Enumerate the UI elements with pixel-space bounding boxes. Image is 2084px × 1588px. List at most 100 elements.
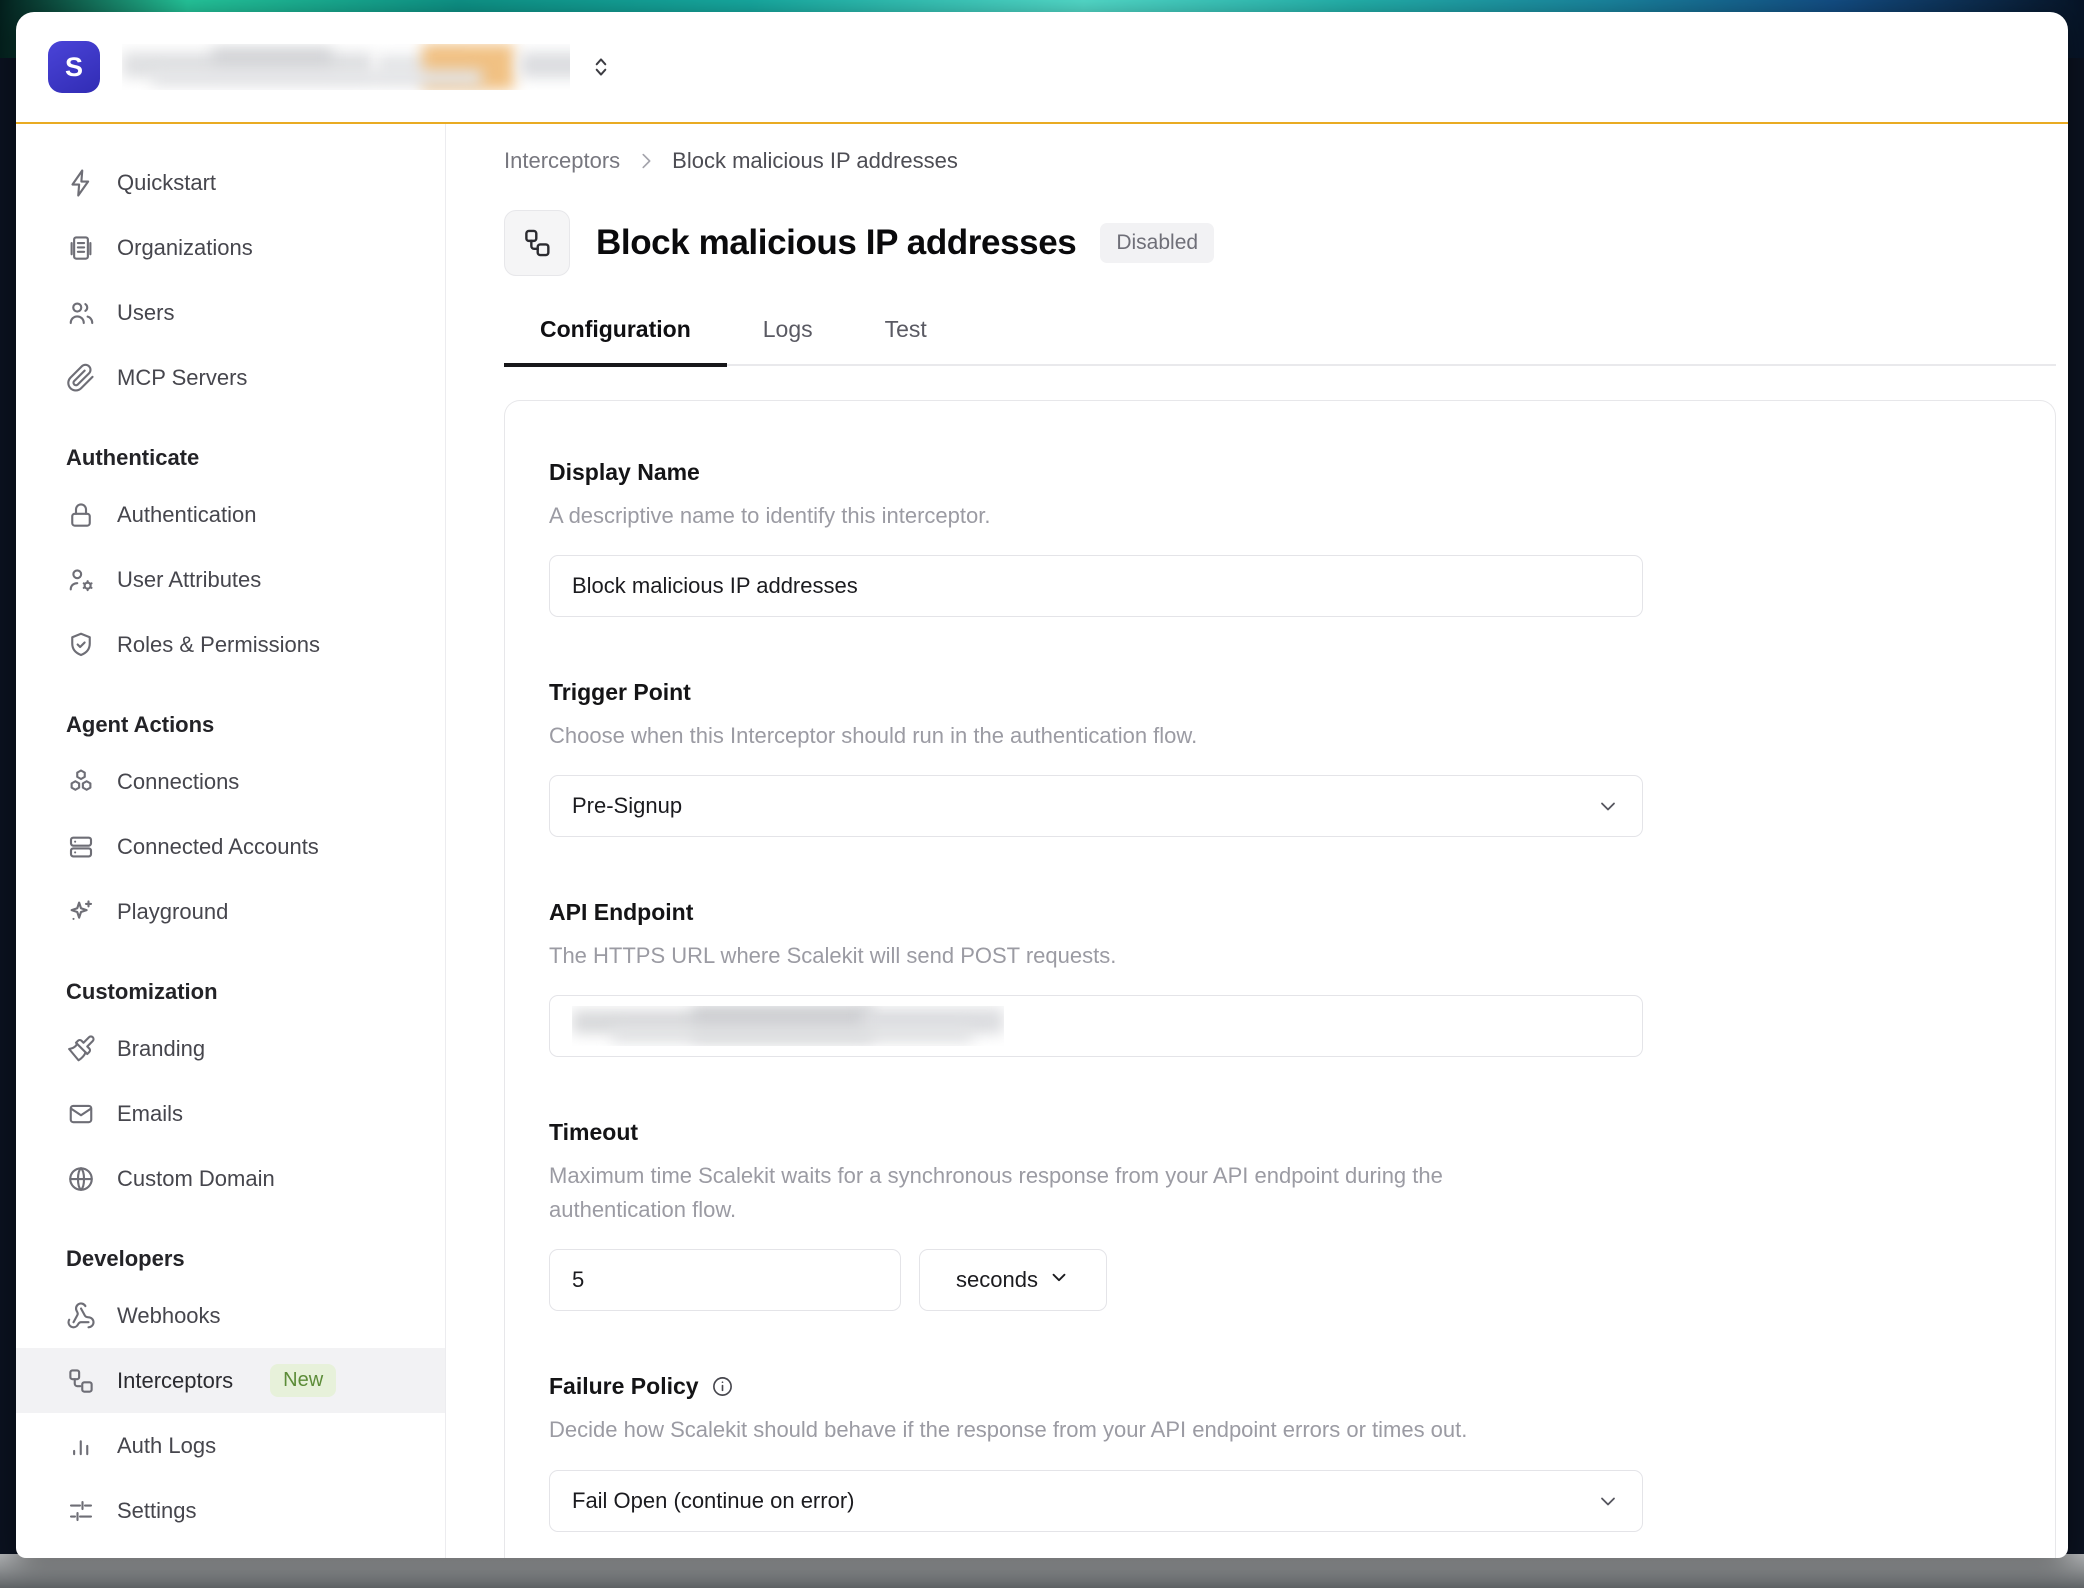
sidebar-item-label: Authentication (117, 502, 256, 528)
workspace-name-redacted[interactable] (122, 44, 570, 90)
sidebar-item-label: Branding (117, 1036, 205, 1062)
zap-icon (66, 168, 96, 198)
sidebar-item-custom-domain[interactable]: Custom Domain (16, 1146, 445, 1211)
sidebar-item-connections[interactable]: Connections (16, 749, 445, 814)
sidebar-item-label: Settings (117, 1498, 197, 1524)
failure-policy-value: Fail Open (continue on error) (572, 1488, 854, 1514)
new-badge: New (270, 1364, 336, 1397)
boxes-icon (66, 767, 96, 797)
paintbrush-icon (66, 1034, 96, 1064)
sidebar-item-users[interactable]: Users (16, 280, 445, 345)
sidebar-item-label: Roles & Permissions (117, 632, 320, 658)
sidebar-section-customization: Customization (16, 968, 445, 1016)
sidebar-item-organizations[interactable]: Organizations (16, 215, 445, 280)
api-endpoint-value-redacted (572, 1006, 1004, 1046)
desktop-bottom-band (0, 1554, 2084, 1588)
status-badge: Disabled (1100, 223, 1214, 263)
breadcrumb: Interceptors Block malicious IP addresse… (504, 148, 2056, 174)
sidebar-section-agent-actions: Agent Actions (16, 701, 445, 749)
sidebar-item-label: Connections (117, 769, 239, 795)
sidebar-item-emails[interactable]: Emails (16, 1081, 445, 1146)
trigger-point-field: Trigger Point Choose when this Intercept… (549, 679, 2011, 837)
globe-icon (66, 1164, 96, 1194)
sidebar-item-quickstart[interactable]: Quickstart (16, 150, 445, 215)
app-window: S Quickstart Organizations Users MCP Server… (16, 12, 2068, 1558)
sidebar-item-label: Playground (117, 899, 228, 925)
sidebar-item-label: Emails (117, 1101, 183, 1127)
app-header: S (16, 12, 2068, 124)
timeout-label: Timeout (549, 1119, 2011, 1146)
chevron-right-icon (635, 150, 657, 172)
lock-icon (66, 500, 96, 530)
chevron-down-icon (1596, 794, 1620, 818)
tab-bar: Configuration Logs Test (504, 316, 2056, 366)
webhook-icon (66, 1301, 96, 1331)
chevron-down-icon (1048, 1266, 1070, 1294)
sparkles-icon (66, 897, 96, 927)
api-endpoint-input[interactable] (549, 995, 1643, 1057)
bar-chart-icon (66, 1431, 96, 1461)
sidebar-item-playground[interactable]: Playground (16, 879, 445, 944)
interceptor-icon (504, 210, 570, 276)
info-icon[interactable] (711, 1375, 734, 1398)
display-name-field: Display Name A descriptive name to ident… (549, 459, 2011, 617)
timeout-value-input[interactable]: 5 (549, 1249, 901, 1311)
sidebar-item-connected-accounts[interactable]: Connected Accounts (16, 814, 445, 879)
tab-logs[interactable]: Logs (727, 316, 849, 367)
sidebar-item-user-attributes[interactable]: User Attributes (16, 547, 445, 612)
timeout-unit-select[interactable]: seconds (919, 1249, 1107, 1311)
display-name-description: A descriptive name to identify this inte… (549, 499, 1559, 533)
workspace-switcher-chevrons-icon[interactable] (588, 54, 614, 80)
tab-test[interactable]: Test (849, 316, 963, 367)
api-endpoint-description: The HTTPS URL where Scalekit will send P… (549, 939, 1559, 973)
sidebar-item-branding[interactable]: Branding (16, 1016, 445, 1081)
page-title: Block malicious IP addresses (596, 223, 1076, 263)
timeout-description: Maximum time Scalekit waits for a synchr… (549, 1159, 1559, 1227)
sidebar-item-label: Organizations (117, 235, 253, 261)
failure-policy-label: Failure Policy (549, 1373, 699, 1400)
sidebar-item-auth-logs[interactable]: Auth Logs (16, 1413, 445, 1478)
sidebar-item-roles-permissions[interactable]: Roles & Permissions (16, 612, 445, 677)
shield-check-icon (66, 630, 96, 660)
configuration-card: Display Name A descriptive name to ident… (504, 400, 2056, 1558)
sidebar-item-label: Quickstart (117, 170, 216, 196)
sidebar-item-label: MCP Servers (117, 365, 247, 391)
paperclip-icon (66, 363, 96, 393)
sidebar-item-authentication[interactable]: Authentication (16, 482, 445, 547)
failure-policy-description: Decide how Scalekit should behave if the… (549, 1413, 1559, 1447)
trigger-point-select[interactable]: Pre-Signup (549, 775, 1643, 837)
timeout-unit-value: seconds (956, 1267, 1038, 1293)
api-endpoint-field: API Endpoint The HTTPS URL where Scaleki… (549, 899, 2011, 1057)
sidebar-item-interceptors[interactable]: Interceptors New (16, 1348, 445, 1413)
failure-policy-field: Failure Policy Decide how Scalekit shoul… (549, 1373, 2011, 1531)
timeout-value: 5 (572, 1267, 584, 1293)
failure-policy-select[interactable]: Fail Open (continue on error) (549, 1470, 1643, 1532)
workflow-icon (66, 1366, 96, 1396)
display-name-input[interactable]: Block malicious IP addresses (549, 555, 1643, 617)
breadcrumb-current: Block malicious IP addresses (672, 148, 958, 174)
workspace-logo[interactable]: S (48, 41, 100, 93)
user-gear-icon (66, 565, 96, 595)
stacked-cards-icon (66, 832, 96, 862)
api-endpoint-label: API Endpoint (549, 899, 2011, 926)
main-content: Interceptors Block malicious IP addresse… (446, 124, 2068, 1558)
sidebar-item-mcp-servers[interactable]: MCP Servers (16, 345, 445, 410)
sidebar-section-developers: Developers (16, 1235, 445, 1283)
timeout-field: Timeout Maximum time Scalekit waits for … (549, 1119, 2011, 1311)
sidebar-item-label: Webhooks (117, 1303, 221, 1329)
breadcrumb-parent[interactable]: Interceptors (504, 148, 620, 174)
sidebar-item-label: Interceptors (117, 1368, 233, 1394)
trigger-point-label: Trigger Point (549, 679, 2011, 706)
sidebar-item-webhooks[interactable]: Webhooks (16, 1283, 445, 1348)
sidebar-item-label: Custom Domain (117, 1166, 275, 1192)
trigger-point-description: Choose when this Interceptor should run … (549, 719, 1559, 753)
chevron-down-icon (1596, 1489, 1620, 1513)
sidebar-item-label: Connected Accounts (117, 834, 319, 860)
trigger-point-value: Pre-Signup (572, 793, 682, 819)
sidebar-item-settings[interactable]: Settings (16, 1478, 445, 1543)
sidebar-item-label: Auth Logs (117, 1433, 216, 1459)
sidebar: Quickstart Organizations Users MCP Servers A… (16, 124, 446, 1558)
sliders-icon (66, 1496, 96, 1526)
tab-configuration[interactable]: Configuration (504, 316, 727, 367)
organization-icon (66, 233, 96, 263)
